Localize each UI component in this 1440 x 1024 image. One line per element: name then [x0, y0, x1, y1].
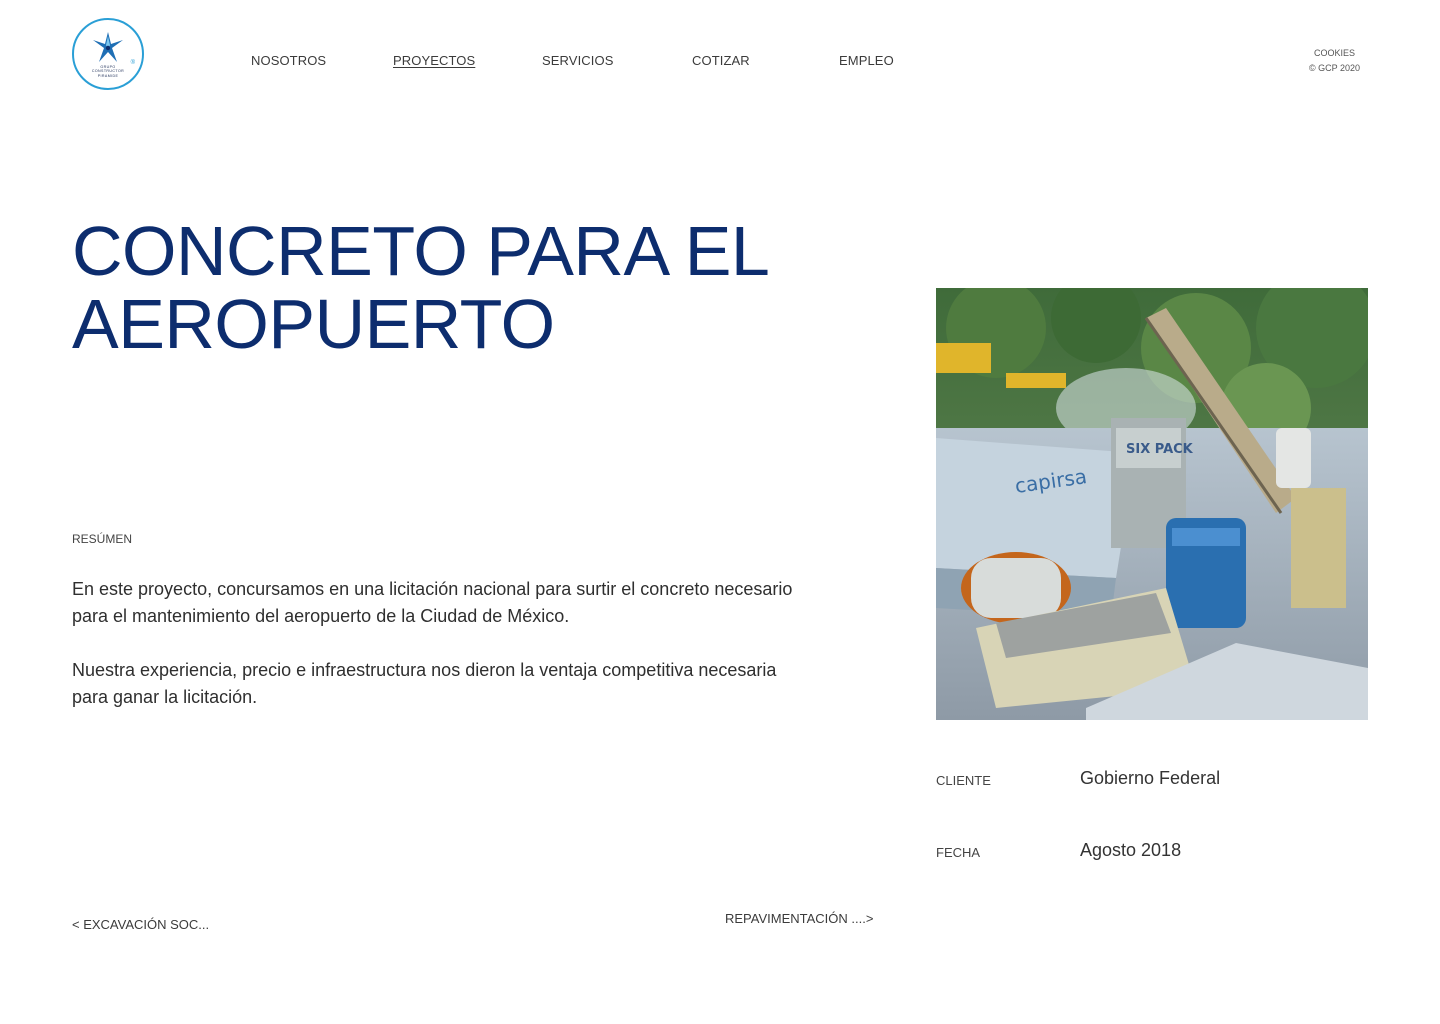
nav-empleo[interactable]: EMPLEO: [839, 53, 894, 68]
summary-text: En este proyecto, concursamos en una lic…: [72, 576, 812, 711]
nav-cotizar[interactable]: COTIZAR: [692, 53, 750, 68]
copyright-text: © GCP 2020: [1309, 63, 1360, 73]
logo-star-icon: [93, 31, 123, 62]
date-value: Agosto 2018: [1080, 840, 1182, 860]
title-line-2: AEROPUERTO: [72, 285, 555, 363]
project-photo: capirsa SIX PACK: [936, 288, 1368, 720]
summary-label: RESÚMEN: [72, 532, 133, 546]
nav-nosotros[interactable]: NOSOTROS: [251, 53, 326, 68]
company-logo[interactable]: GRUPO CONSTRUCTOR PIRAMIDE ®: [72, 18, 144, 90]
logo-wordmark: GRUPO CONSTRUCTOR PIRAMIDE: [91, 64, 125, 78]
nav-proyectos[interactable]: PROYECTOS: [393, 53, 475, 68]
summary-paragraph-2: Nuestra experiencia, precio e infraestru…: [72, 660, 777, 707]
nav-servicios[interactable]: SERVICIOS: [542, 53, 613, 68]
registered-mark: ®: [130, 60, 135, 66]
date-label: FECHA: [936, 845, 981, 860]
concrete-plant-image: capirsa SIX PACK: [936, 288, 1368, 720]
summary-paragraph-1: En este proyecto, concursamos en una lic…: [72, 579, 793, 626]
client-label: CLIENTE: [936, 773, 991, 788]
client-value: Gobierno Federal: [1080, 768, 1221, 788]
cookies-link[interactable]: COOKIES: [1314, 48, 1355, 58]
prev-project-link[interactable]: < EXCAVACIÓN SOC...: [72, 917, 209, 932]
next-project-link[interactable]: REPAVIMENTACIÓN ....>: [725, 911, 873, 926]
page-title: CONCRETO PARA EL AEROPUERTO: [72, 215, 832, 361]
photo-sign-sixpack: SIX PACK: [1126, 442, 1194, 457]
header-meta: COOKIES © GCP 2020: [1309, 46, 1360, 76]
title-line-1: CONCRETO PARA EL: [72, 212, 770, 290]
